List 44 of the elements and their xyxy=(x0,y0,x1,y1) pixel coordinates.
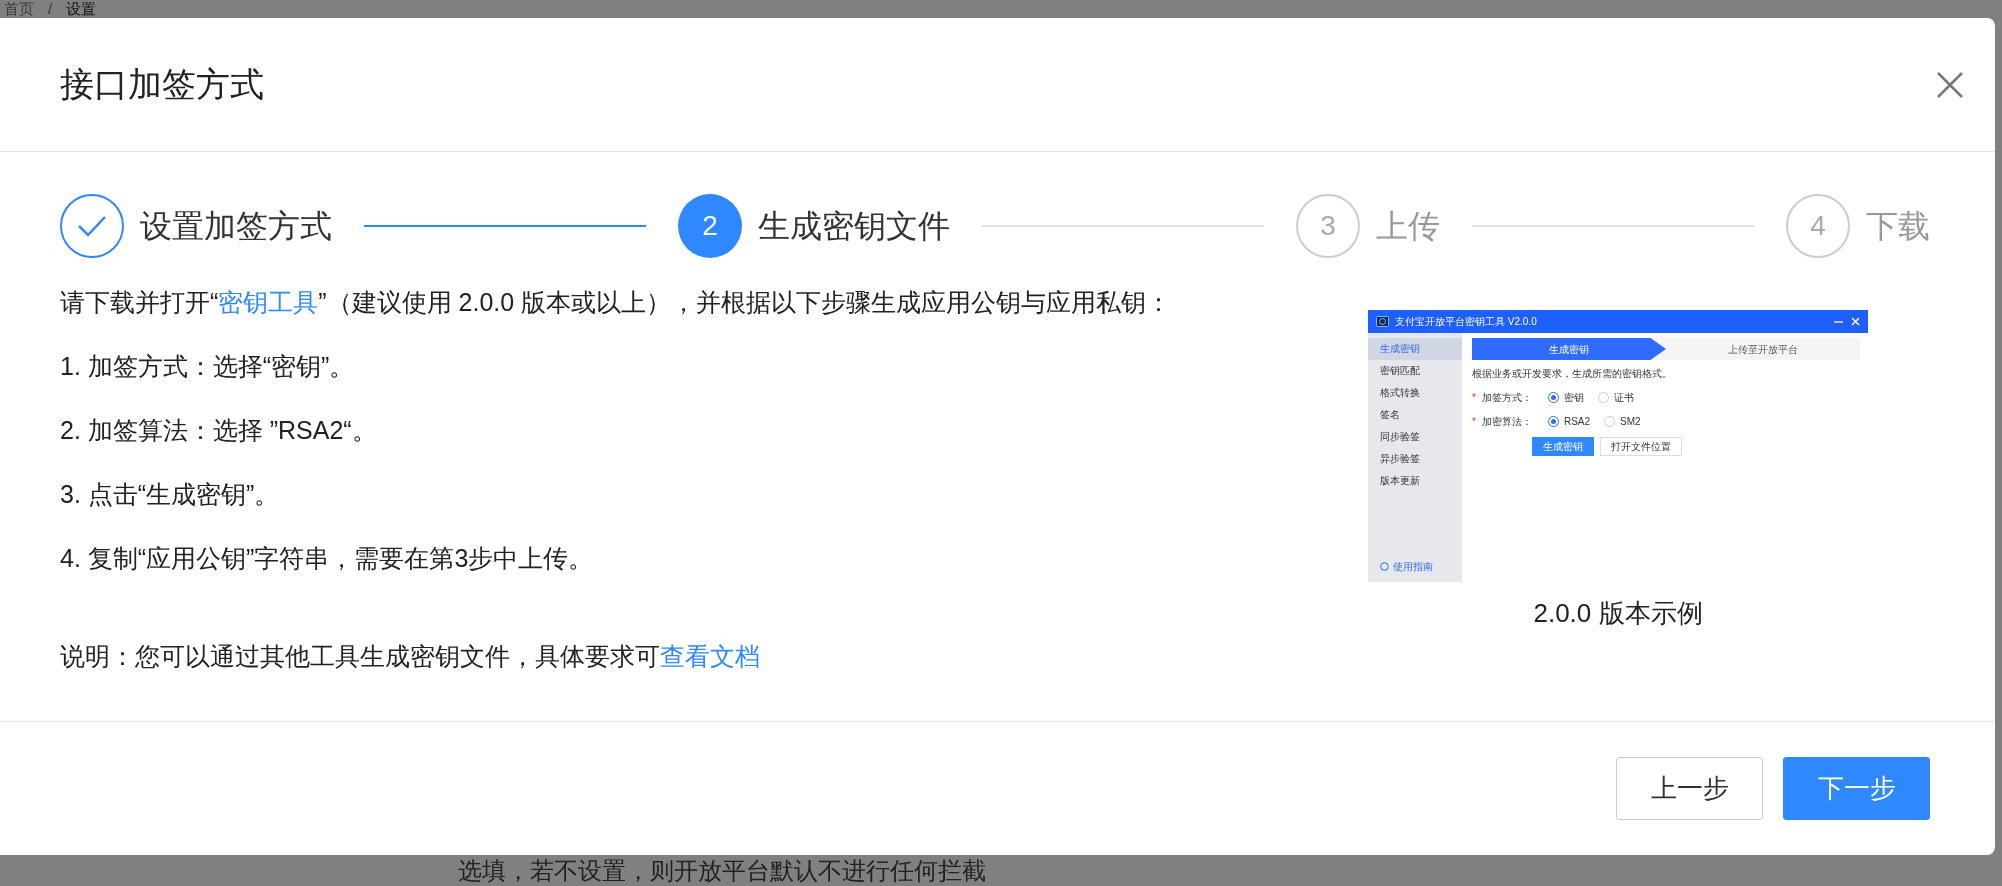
sidebar-item[interactable]: 签名 xyxy=(1368,404,1462,426)
instruction-text: 4. 复制“应用公钥”字符串，需要在第3步中上传。 xyxy=(60,543,595,574)
dialog-title: 接口加签方式 xyxy=(60,64,264,105)
sidebar-item[interactable]: 异步验签 xyxy=(1368,448,1462,470)
image-caption: 2.0.0 版本示例 xyxy=(1533,597,1703,630)
required-marker: * xyxy=(1472,414,1476,429)
breadcrumb-item: 设置 xyxy=(66,0,97,18)
previous-button[interactable]: 上一步 xyxy=(1616,757,1763,820)
note-text: 说明：您可以通过其他工具生成密钥文件，具体要求可查看文档 xyxy=(60,641,761,672)
open-folder-button[interactable]: 打开文件位置 xyxy=(1600,437,1682,456)
check-icon xyxy=(77,214,107,238)
step-number: 3 xyxy=(1296,194,1360,258)
radio-label: SM2 xyxy=(1620,414,1641,429)
radio-label: 密钥 xyxy=(1563,390,1584,405)
instruction-text: 3. 点击“生成密钥”。 xyxy=(60,479,281,510)
sidebar-item[interactable]: 格式转换 xyxy=(1368,382,1462,404)
step-number: 4 xyxy=(1786,194,1850,258)
step-label: 上传 xyxy=(1376,207,1440,246)
field-label: 加签方式： xyxy=(1481,390,1532,405)
required-marker: * xyxy=(1472,390,1476,405)
sidebar-item[interactable]: 版本更新 xyxy=(1368,470,1462,492)
help-icon xyxy=(1380,562,1389,571)
tab[interactable]: 生成密钥 xyxy=(1472,338,1666,360)
breadcrumb-separator: / xyxy=(48,0,53,18)
description-text: 根据业务或开发要求，生成所需的密钥格式。 xyxy=(1472,367,1673,381)
instruction-text: 1. 加签方式：选择“密钥”。 xyxy=(60,351,356,382)
close-icon[interactable] xyxy=(1851,317,1860,326)
field-label: 加密算法： xyxy=(1481,414,1532,429)
step-label: 生成密钥文件 xyxy=(758,207,950,246)
tab[interactable]: 上传至开放平台 xyxy=(1666,338,1860,360)
sidebar-item[interactable]: 同步验签 xyxy=(1368,426,1462,448)
close-icon[interactable] xyxy=(1935,69,1965,100)
radio-label: 证书 xyxy=(1613,390,1634,405)
step-number: 2 xyxy=(678,194,742,258)
radio-label: RSA2 xyxy=(1563,414,1591,429)
intro-text: 请下载并打开“密钥工具”（建议使用 2.0.0 版本或以上），并根据以下步骤生成应用公钥与应用私钥： xyxy=(60,287,1172,318)
app-logo-icon xyxy=(1376,316,1389,327)
help-link[interactable]: 使用指南 xyxy=(1393,559,1433,574)
sidebar-item[interactable]: 密钥匹配 xyxy=(1368,360,1462,382)
app-title: 支付宝开放平台密钥工具 V2.0.0 xyxy=(1395,315,1538,329)
step-label: 设置加签方式 xyxy=(140,207,332,246)
instruction-text: 2. 加签算法：选择 ”RSA2“。 xyxy=(60,415,378,446)
step-label: 下载 xyxy=(1866,207,1930,246)
hint-text: 选填，若不设置，则开放平台默认不进行任何拦截 xyxy=(457,856,987,886)
